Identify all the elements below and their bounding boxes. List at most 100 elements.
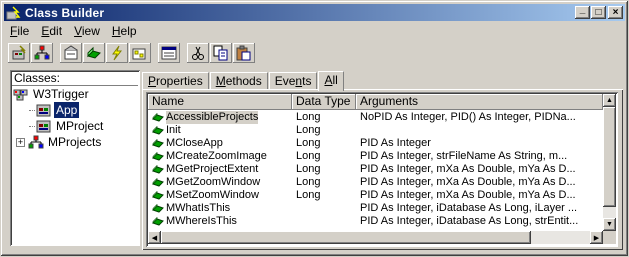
table-row[interactable]: MCreateZoomImage Long PID As Integer, strF… (148, 150, 603, 163)
scroll-left-button[interactable]: ◀ (148, 231, 161, 244)
new-enum-button[interactable] (129, 43, 151, 63)
table-row[interactable]: MWhereIsThis PID As Integer, iDatabase As… (148, 215, 603, 228)
vertical-scrollbar[interactable]: ▲ ▼ (603, 94, 616, 231)
maximize-button[interactable]: □ (591, 6, 606, 19)
method-icon (152, 125, 164, 135)
member-name: MSetZoomWindow (166, 189, 259, 201)
member-arguments: PID As Integer, strFileName As String, m… (360, 150, 568, 162)
title-bar[interactable]: Class Builder _ □ × (4, 4, 625, 21)
arrow-right-icon: ▶ (593, 234, 600, 242)
member-name: Init (166, 124, 181, 136)
class-module-icon (36, 103, 52, 117)
member-data-type: Long (296, 163, 321, 175)
tree-item-mprojects[interactable]: + MProjects (10, 134, 140, 150)
arrow-left-icon: ◀ (151, 234, 158, 242)
new-class-button[interactable] (8, 43, 30, 63)
new-method-button[interactable] (83, 43, 105, 63)
member-name: MGetZoomWindow (166, 176, 261, 188)
table-row[interactable]: Init Long (148, 124, 603, 137)
member-rows: AccessibleProjects Long NoPID As Integer, … (148, 111, 603, 228)
table-row[interactable]: MCloseApp Long PID As Integer (148, 137, 603, 150)
expand-icon[interactable]: + (16, 137, 25, 147)
tree-item-mproject[interactable]: MProject (10, 118, 140, 134)
method-icon (152, 216, 164, 226)
tree-item-app[interactable]: App (10, 102, 140, 118)
menu-edit[interactable]: Edit (35, 24, 68, 38)
tab-methods[interactable]: Methods (209, 72, 268, 90)
member-name: MWhereIsThis (166, 215, 237, 227)
member-name: MCloseApp (166, 137, 223, 149)
new-property-button[interactable] (60, 43, 82, 63)
class-tree-panel: Classes: W3Trigger App MProject + MProje… (10, 70, 140, 246)
paste-button[interactable] (233, 43, 255, 63)
new-event-button[interactable] (106, 43, 128, 63)
classes-header: Classes: (12, 72, 138, 86)
new-class-icon (12, 45, 26, 60)
table-row[interactable]: MWhatIsThis PID As Integer, iDatabase As … (148, 202, 603, 215)
tab-strip: Properties Methods Events All (142, 70, 345, 91)
method-icon (152, 164, 164, 174)
column-header-arguments[interactable]: Arguments (356, 94, 603, 110)
table-row[interactable]: MGetProjectExtent Long PID As Integer, mXa… (148, 163, 603, 176)
member-data-type: Long (296, 137, 321, 149)
tab-properties[interactable]: Properties (142, 72, 209, 90)
tab-all[interactable]: All (318, 71, 344, 91)
class-module-icon (36, 119, 52, 133)
close-button[interactable]: × (608, 6, 623, 19)
class-builder-window: Class Builder _ □ × File Edit View Help (0, 0, 629, 257)
column-header-name[interactable]: Name (148, 94, 292, 110)
horizontal-scroll-thumb[interactable] (161, 231, 531, 244)
members-list: Name Data Type Arguments AccessibleProje… (146, 92, 618, 247)
cut-icon (192, 46, 204, 60)
properties-button[interactable] (158, 43, 180, 63)
minimize-icon: _ (579, 3, 586, 15)
vertical-scroll-thumb[interactable] (603, 107, 616, 207)
tree-item-label: App (54, 102, 80, 118)
member-name-cell: Init (148, 124, 292, 137)
member-name-cell: MCreateZoomImage (148, 150, 292, 163)
member-arguments: PID As Integer, mXa As Double, mYa As D.… (360, 189, 576, 201)
method-icon (152, 151, 164, 161)
new-property-icon (64, 45, 78, 60)
table-row[interactable]: AccessibleProjects Long NoPID As Integer, … (148, 111, 603, 124)
menu-help[interactable]: Help (106, 24, 143, 38)
member-arguments (356, 124, 603, 137)
tree-item-label: MProjects (48, 135, 102, 149)
scroll-down-button[interactable]: ▼ (603, 218, 616, 231)
arrow-down-icon: ▼ (606, 221, 613, 228)
minimize-button[interactable]: _ (575, 3, 590, 19)
copy-button[interactable] (210, 43, 232, 63)
new-event-icon (112, 45, 123, 61)
scroll-right-button[interactable]: ▶ (590, 231, 603, 244)
member-arguments: NoPID As Integer, PID() As Integer, PIDN… (360, 111, 576, 123)
tree-item-label: W3Trigger (33, 87, 89, 101)
menu-bar: File Edit View Help (4, 22, 143, 40)
new-collection-button[interactable] (31, 43, 53, 63)
menu-view[interactable]: View (68, 24, 106, 38)
menu-file[interactable]: File (4, 24, 35, 38)
table-row[interactable]: MGetZoomWindow Long PID As Integer, mXa As… (148, 176, 603, 189)
member-data-type: Long (296, 111, 321, 123)
member-name-cell: MCloseApp (148, 137, 292, 150)
tree-item-w3trigger[interactable]: W3Trigger (10, 86, 140, 102)
member-arguments: PID As Integer (360, 137, 431, 149)
horizontal-scrollbar[interactable]: ◀ ▶ (148, 231, 603, 244)
copy-icon (213, 45, 228, 61)
method-icon (152, 203, 164, 213)
member-data-type (292, 202, 356, 215)
member-arguments: PID As Integer, iDatabase As Long, iLaye… (360, 202, 578, 214)
tab-events[interactable]: Events (268, 72, 318, 90)
arrow-up-icon: ▲ (606, 97, 613, 104)
scroll-up-button[interactable]: ▲ (603, 94, 616, 107)
paste-icon (236, 45, 251, 61)
member-data-type: Long (296, 176, 321, 188)
column-header-data-type[interactable]: Data Type (292, 94, 356, 110)
list-header: Name Data Type Arguments (148, 94, 603, 110)
table-row[interactable]: MSetZoomWindow Long PID As Integer, mXa As… (148, 189, 603, 202)
window-title: Class Builder (25, 5, 105, 20)
cut-button[interactable] (187, 43, 209, 63)
member-arguments: PID As Integer, mXa As Double, mYa As D.… (360, 163, 576, 175)
member-arguments: PID As Integer, mXa As Double, mYa As D.… (360, 176, 576, 188)
method-icon (152, 190, 164, 200)
project-icon (13, 87, 29, 101)
